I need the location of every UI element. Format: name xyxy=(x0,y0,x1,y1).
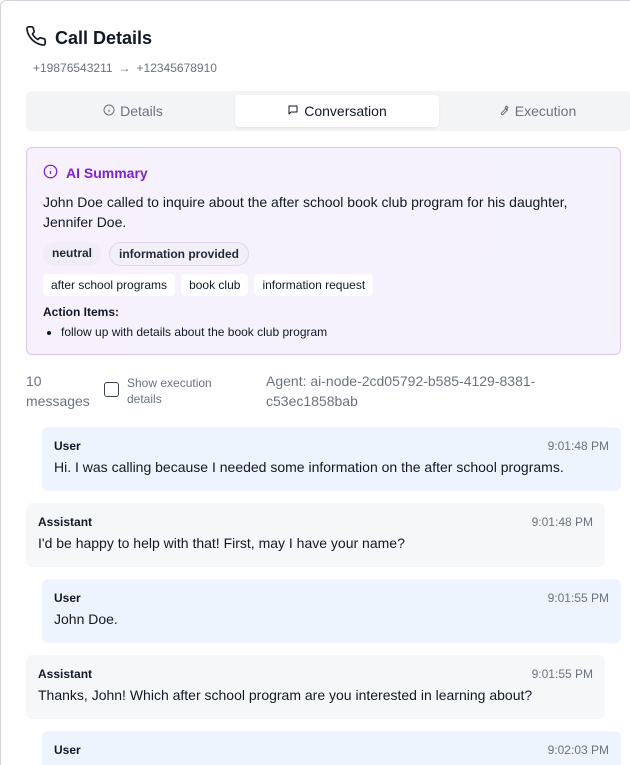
phone-icon xyxy=(25,25,47,52)
tab-bar: Details Conversation Execution xyxy=(26,91,630,131)
wrench-icon xyxy=(498,103,510,119)
agent-id: Agent: ai-node-2cd05792-b585-4129-8381-c… xyxy=(266,373,536,409)
message-role: Assistant xyxy=(38,515,93,529)
message-assistant: Assistant 9:01:48 PM I'd be happy to help… xyxy=(26,503,605,567)
action-item: follow up with details about the book cl… xyxy=(61,325,604,339)
header: Call Details +19876543211 → +12345678910 xyxy=(25,25,217,75)
summary-badges: neutral information provided xyxy=(43,242,604,266)
page-title: Call Details xyxy=(55,28,153,48)
summary-tags: after school programs book club informat… xyxy=(43,274,604,296)
conversation-meta: 10 messages Show execution details Agent… xyxy=(26,371,626,415)
message-assistant: Assistant 9:01:55 PM Thanks, John! Which … xyxy=(26,655,605,719)
message-text: I'd be happy to help with that! First, m… xyxy=(38,535,405,551)
from-number: +19876543211 xyxy=(33,61,113,75)
message-time: 9:02:03 PM xyxy=(547,743,609,757)
message-icon xyxy=(287,103,299,119)
message-user: User 9:01:48 PM Hi. I was calling because… xyxy=(42,427,621,491)
message-role: User xyxy=(54,743,81,757)
info-icon xyxy=(103,103,115,119)
tag: book club xyxy=(181,274,249,296)
message-text: Thanks, John! Which after school program… xyxy=(38,687,533,703)
to-number: +12345678910 xyxy=(136,61,217,75)
message-text: Hi. I was calling because I needed some … xyxy=(54,459,564,475)
action-items-list: follow up with details about the book cl… xyxy=(61,325,604,339)
message-role: User xyxy=(54,439,81,453)
message-count: 10 messages xyxy=(26,373,90,409)
arrow-icon: → xyxy=(118,61,131,75)
message-time: 9:01:48 PM xyxy=(547,439,609,453)
tab-execution[interactable]: Execution xyxy=(439,95,630,127)
message-time: 9:01:55 PM xyxy=(547,591,609,605)
message-user: User 9:01:55 PM John Doe. xyxy=(42,579,621,643)
call-numbers: +19876543211 → +12345678910 xyxy=(33,61,217,75)
outcome-badge: information provided xyxy=(109,242,250,266)
message-user: User 9:02:03 PM xyxy=(42,731,621,765)
sentiment-badge: neutral xyxy=(43,242,102,266)
ai-summary-text: John Doe called to inquire about the aft… xyxy=(43,194,568,230)
action-items-label: Action Items: xyxy=(43,305,120,319)
ai-summary-heading: AI Summary xyxy=(66,165,148,181)
message-text: John Doe. xyxy=(54,611,118,627)
tag: after school programs xyxy=(43,274,176,296)
tab-details[interactable]: Details xyxy=(30,95,236,127)
message-time: 9:01:48 PM xyxy=(531,515,593,529)
title-row: Call Details xyxy=(25,25,217,52)
message-role: Assistant xyxy=(38,667,93,681)
ai-summary-header: AI Summary xyxy=(43,164,604,182)
tag: information request xyxy=(254,274,374,296)
show-execution-toggle[interactable]: Show execution details xyxy=(104,375,227,407)
tab-conversation-label: Conversation xyxy=(304,103,387,119)
tab-conversation[interactable]: Conversation xyxy=(235,95,439,127)
message-role: User xyxy=(54,591,81,605)
call-details-panel: Call Details +19876543211 → +12345678910… xyxy=(0,0,630,765)
ai-summary-card: AI Summary John Doe called to inquire ab… xyxy=(26,147,621,355)
message-time: 9:01:55 PM xyxy=(531,667,593,681)
show-execution-label: Show execution details xyxy=(127,376,212,406)
info-icon xyxy=(43,164,58,182)
tab-execution-label: Execution xyxy=(514,103,577,119)
show-execution-checkbox[interactable] xyxy=(104,382,119,397)
tab-details-label: Details xyxy=(120,103,163,119)
